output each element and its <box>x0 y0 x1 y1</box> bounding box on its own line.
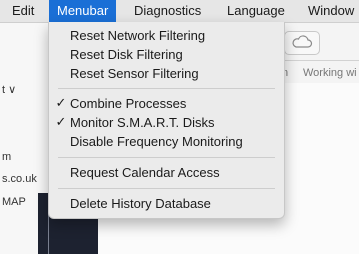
menu-item-monitor-smart-disks[interactable]: ✓ Monitor S.M.A.R.T. Disks <box>49 113 284 132</box>
menu-menubar[interactable]: Menubar <box>49 0 117 22</box>
menu-item-label: Disable Frequency Monitoring <box>70 134 243 149</box>
background-text-m: m <box>2 151 12 163</box>
menubar-dropdown-menu: Reset Network Filtering Reset Disk Filte… <box>48 22 285 219</box>
menu-item-combine-processes[interactable]: ✓ Combine Processes <box>49 94 284 113</box>
menu-item-label: Delete History Database <box>70 196 211 211</box>
menu-divider <box>58 188 275 189</box>
menu-edit[interactable]: Edit <box>12 0 34 22</box>
menu-diagnostics[interactable]: Diagnostics <box>134 0 201 22</box>
menu-item-reset-network-filtering[interactable]: Reset Network Filtering <box>49 26 284 45</box>
menu-item-label: Request Calendar Access <box>70 165 220 180</box>
cloud-icon <box>292 35 313 48</box>
background-text-domain: s.co.uk <box>2 173 37 185</box>
menu-divider <box>58 157 275 158</box>
menu-item-label: Reset Sensor Filtering <box>70 66 199 81</box>
menu-item-delete-history-database[interactable]: Delete History Database <box>49 194 284 213</box>
menu-item-disable-frequency-monitoring[interactable]: Disable Frequency Monitoring <box>49 132 284 151</box>
menu-item-label: Monitor S.M.A.R.T. Disks <box>70 115 215 130</box>
menu-language[interactable]: Language <box>227 0 285 22</box>
menu-window[interactable]: Window <box>308 0 354 22</box>
menu-item-label: Combine Processes <box>70 96 187 111</box>
menu-divider <box>58 88 275 89</box>
menu-item-label: Reset Network Filtering <box>70 28 206 43</box>
checkmark-icon: ✓ <box>55 115 67 130</box>
menu-item-label: Reset Disk Filtering <box>70 47 183 62</box>
menu-item-reset-disk-filtering[interactable]: Reset Disk Filtering <box>49 45 284 64</box>
menu-item-reset-sensor-filtering[interactable]: Reset Sensor Filtering <box>49 64 284 83</box>
menu-bar: Edit Menubar Diagnostics Language Window <box>0 0 359 23</box>
cloud-button[interactable] <box>284 31 320 55</box>
background-text-working: Working wi <box>303 67 357 79</box>
background-text-dropdown: t ∨ <box>2 84 17 96</box>
menu-item-request-calendar-access[interactable]: Request Calendar Access <box>49 163 284 182</box>
background-separator <box>284 60 359 61</box>
background-text-map: MAP <box>2 196 26 208</box>
checkmark-icon: ✓ <box>55 96 67 111</box>
